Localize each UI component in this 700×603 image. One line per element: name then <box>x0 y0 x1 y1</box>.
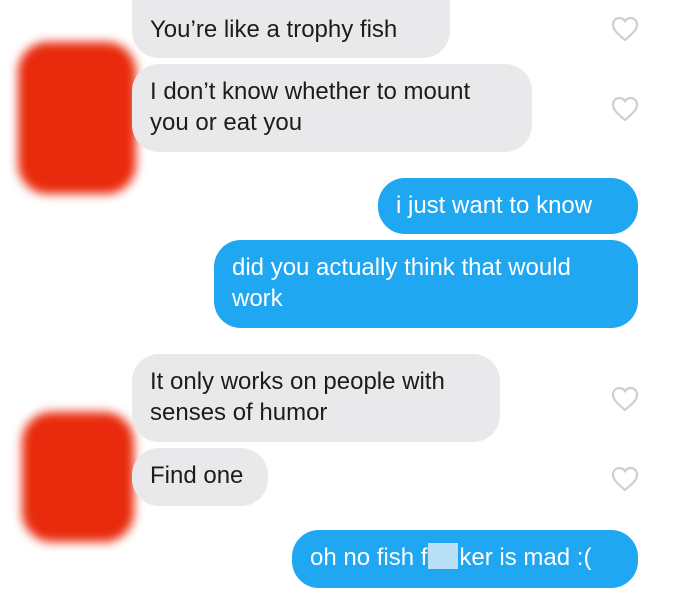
censor-block <box>428 543 459 569</box>
avatar-redacted <box>18 42 136 194</box>
outgoing-message-bubble[interactable]: oh no fish f ker is mad :( <box>292 530 638 588</box>
message-text-after-censor: ker is mad :( <box>459 544 592 571</box>
incoming-message-bubble[interactable]: Find one <box>132 448 268 506</box>
like-heart-icon[interactable] <box>610 14 640 44</box>
like-heart-icon[interactable] <box>610 464 640 494</box>
outgoing-message-bubble[interactable]: i just want to know <box>378 178 638 234</box>
like-heart-icon[interactable] <box>610 94 640 124</box>
like-heart-icon[interactable] <box>610 384 640 414</box>
incoming-message-bubble[interactable]: It only works on people with senses of h… <box>132 354 500 442</box>
message-text-before-censor: oh no fish f <box>310 544 428 571</box>
incoming-message-bubble[interactable]: You’re like a trophy fish <box>132 0 450 58</box>
incoming-message-bubble[interactable]: I don’t know whether to mount you or eat… <box>132 64 532 152</box>
outgoing-message-bubble[interactable]: did you actually think that would work <box>214 240 638 328</box>
avatar-redacted <box>22 412 134 542</box>
